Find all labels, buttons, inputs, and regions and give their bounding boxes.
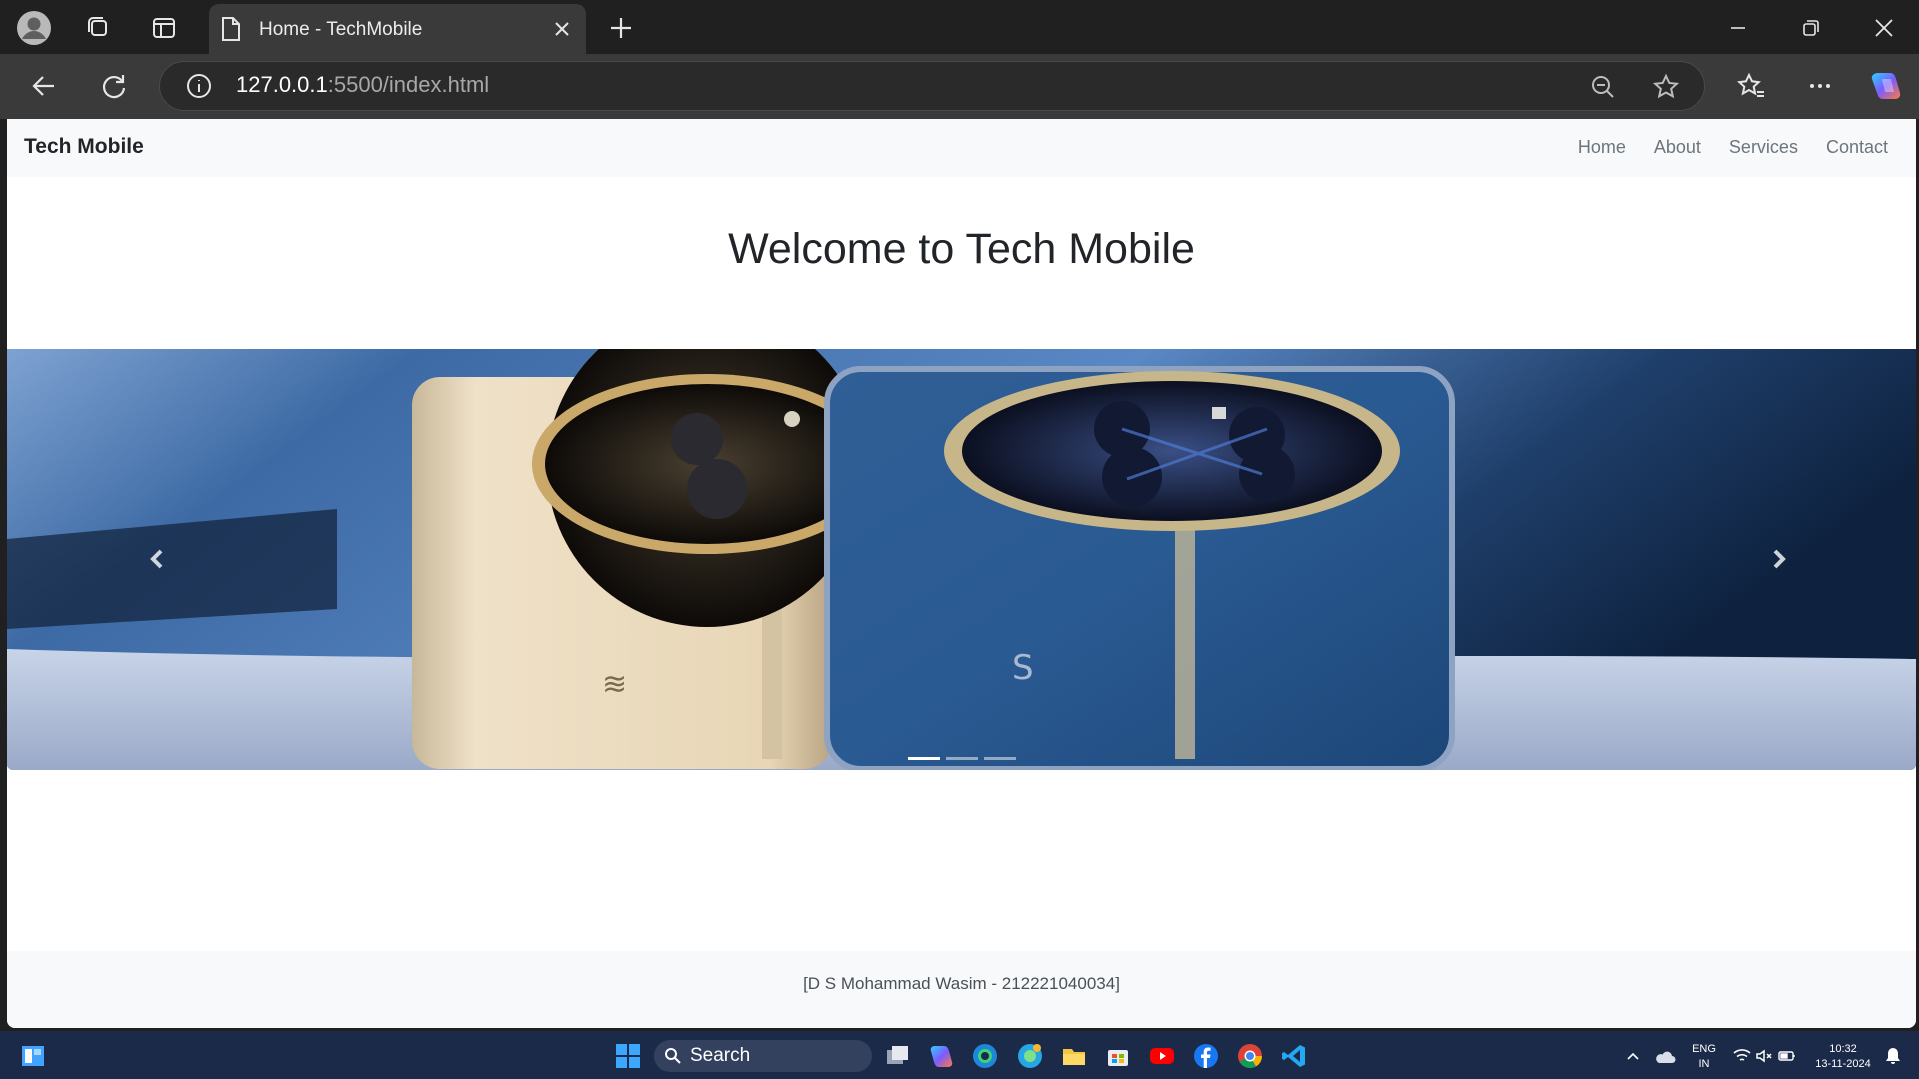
image-carousel: ≋ S (7, 349, 1916, 770)
carousel-indicator-2[interactable] (945, 757, 978, 760)
site-info-icon[interactable] (183, 70, 215, 102)
browser-tab-bar: Home - TechMobile (0, 0, 1919, 54)
minimize-icon[interactable] (1720, 10, 1756, 46)
search-icon (664, 1047, 682, 1070)
copilot-icon[interactable] (1866, 66, 1906, 106)
chevron-right-icon (1759, 539, 1799, 579)
zoom-out-icon[interactable] (1586, 70, 1620, 104)
language-indicator[interactable]: ENG IN (1688, 1042, 1720, 1072)
volume-muted-icon[interactable] (1755, 1048, 1773, 1069)
nav-links: Home About Services Contact (1550, 137, 1888, 158)
notification-bell-icon[interactable] (1885, 1047, 1901, 1070)
tab-title: Home - TechMobile (259, 19, 423, 40)
nav-link-about[interactable]: About (1654, 137, 1701, 158)
reload-icon[interactable] (96, 68, 132, 104)
onedrive-icon[interactable] (1654, 1048, 1676, 1071)
page-title: Welcome to Tech Mobile (728, 225, 1195, 273)
site-footer: [D S Mohammad Wasim - 212221040034] (7, 951, 1916, 1028)
wifi-icon[interactable] (1733, 1048, 1751, 1069)
nav-link-contact[interactable]: Contact (1826, 137, 1888, 158)
chrome-icon[interactable] (1237, 1043, 1263, 1069)
active-tab[interactable]: Home - TechMobile (209, 4, 586, 54)
edge-icon[interactable] (972, 1043, 998, 1069)
chevron-left-icon (137, 539, 177, 579)
taskbar-search-label: Search (690, 1045, 751, 1066)
svg-text:S: S (1012, 648, 1034, 688)
nav-link-services[interactable]: Services (1729, 137, 1798, 158)
task-view-icon[interactable] (884, 1043, 910, 1069)
nav-link-home[interactable]: Home (1578, 137, 1626, 158)
url-text[interactable]: 127.0.0.1:5500/index.html (236, 72, 489, 98)
favorites-icon[interactable] (1733, 68, 1769, 104)
page-icon (221, 16, 241, 47)
carousel-indicator-3[interactable] (983, 757, 1016, 760)
edge-beta-icon[interactable] (1017, 1043, 1043, 1069)
back-icon[interactable] (26, 68, 62, 104)
widgets-icon[interactable] (20, 1043, 46, 1069)
web-page: Tech Mobile Home About Services Contact … (7, 119, 1916, 1028)
carousel-indicator-1[interactable] (907, 757, 940, 760)
carousel-prev-button[interactable] (137, 539, 177, 579)
screen: Home - TechMobile 127.0.0.1:5500/index.h… (0, 0, 1919, 1079)
clock[interactable]: 10:32 13-11-2024 (1808, 1042, 1878, 1072)
file-explorer-icon[interactable] (1061, 1043, 1087, 1069)
facebook-icon[interactable] (1193, 1043, 1219, 1069)
restore-icon[interactable] (1793, 10, 1829, 46)
more-options-icon[interactable] (1802, 68, 1838, 104)
store-icon[interactable] (1105, 1043, 1131, 1069)
vertical-tabs-icon[interactable] (147, 11, 181, 45)
new-tab-icon[interactable] (603, 10, 639, 46)
taskbar-search[interactable] (654, 1040, 872, 1072)
battery-icon[interactable] (1778, 1049, 1796, 1068)
workspaces-icon[interactable] (82, 11, 116, 45)
site-brand[interactable]: Tech Mobile (24, 135, 144, 159)
vscode-icon[interactable] (1281, 1043, 1307, 1069)
carousel-slide-image: ≋ S (7, 349, 1916, 770)
site-navbar: Tech Mobile Home About Services Contact (7, 119, 1916, 177)
carousel-indicators (7, 757, 1916, 760)
start-icon[interactable] (615, 1043, 641, 1069)
carousel-next-button[interactable] (1759, 539, 1799, 579)
close-window-icon[interactable] (1866, 10, 1902, 46)
favorite-star-icon[interactable] (1649, 70, 1683, 104)
svg-text:≋: ≋ (602, 667, 627, 702)
profile-icon[interactable] (15, 9, 53, 47)
close-tab-icon[interactable] (546, 13, 578, 45)
copilot-taskbar-icon[interactable] (928, 1043, 954, 1069)
chevron-up-icon[interactable] (1624, 1048, 1642, 1071)
footer-text: [D S Mohammad Wasim - 212221040034] (803, 974, 1120, 993)
youtube-icon[interactable] (1149, 1043, 1175, 1069)
